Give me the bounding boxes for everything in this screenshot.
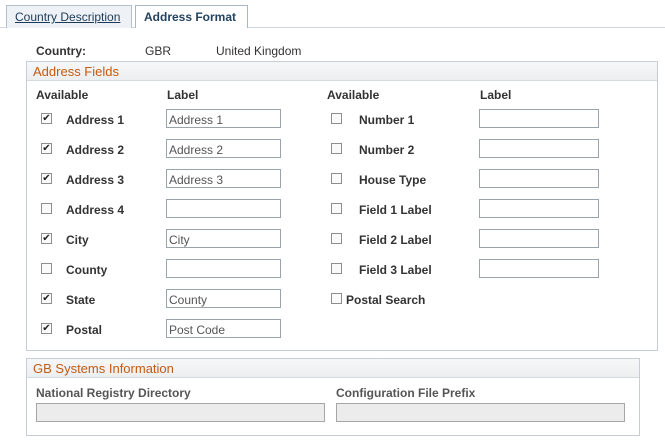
label-input[interactable] bbox=[166, 169, 281, 188]
available-checkbox[interactable] bbox=[41, 263, 52, 274]
check-mark-icon: ✔ bbox=[42, 323, 51, 334]
available-checkbox[interactable]: ✔ bbox=[41, 233, 52, 244]
label-input[interactable] bbox=[479, 259, 599, 278]
col-available-left: Available bbox=[36, 88, 89, 102]
available-checkbox[interactable] bbox=[331, 203, 342, 214]
available-checkbox[interactable]: ✔ bbox=[41, 293, 52, 304]
field-name: Field 1 Label bbox=[359, 203, 432, 217]
col-label-right: Label bbox=[480, 88, 512, 102]
country-name: United Kingdom bbox=[216, 44, 302, 58]
field-name: Number 1 bbox=[359, 113, 415, 127]
field-name: Postal bbox=[66, 323, 103, 337]
check-mark-icon: ✔ bbox=[42, 233, 51, 244]
label-input[interactable] bbox=[166, 139, 281, 158]
country-label: Country: bbox=[36, 44, 86, 58]
label-input[interactable] bbox=[479, 109, 599, 128]
available-checkbox[interactable]: ✔ bbox=[41, 323, 52, 334]
col-available-right: Available bbox=[327, 88, 380, 102]
label-input[interactable] bbox=[479, 169, 599, 188]
check-mark-icon: ✔ bbox=[42, 173, 51, 184]
label-input[interactable] bbox=[166, 289, 281, 308]
field-name: House Type bbox=[359, 173, 427, 187]
label-input[interactable] bbox=[166, 109, 281, 128]
country-code: GBR bbox=[145, 44, 172, 58]
label-input[interactable] bbox=[479, 139, 599, 158]
tab-address-format[interactable]: Address Format bbox=[135, 5, 248, 28]
label-input[interactable] bbox=[166, 229, 281, 248]
field-name: Number 2 bbox=[359, 143, 415, 157]
label-input[interactable] bbox=[166, 199, 281, 218]
config-prefix-field bbox=[336, 403, 625, 422]
field-name: City bbox=[66, 233, 89, 247]
available-checkbox[interactable] bbox=[331, 173, 342, 184]
available-checkbox[interactable] bbox=[331, 143, 342, 154]
field-name: Address 3 bbox=[66, 173, 125, 187]
field-name: County bbox=[66, 263, 108, 277]
check-mark-icon: ✔ bbox=[42, 143, 51, 154]
systems-info-title: GB Systems Information bbox=[27, 359, 639, 378]
available-checkbox[interactable] bbox=[331, 113, 342, 124]
label-input[interactable] bbox=[479, 229, 599, 248]
available-checkbox[interactable]: ✔ bbox=[41, 173, 52, 184]
postal-search-label: Postal Search bbox=[346, 293, 426, 307]
national-registry-field bbox=[36, 403, 325, 422]
col-label-left: Label bbox=[167, 88, 199, 102]
field-name: Field 2 Label bbox=[359, 233, 432, 247]
address-fields-title: Address Fields bbox=[27, 62, 657, 81]
available-checkbox[interactable] bbox=[331, 233, 342, 244]
available-checkbox[interactable] bbox=[331, 263, 342, 274]
field-name: Address 1 bbox=[66, 113, 125, 127]
national-registry-label: National Registry Directory bbox=[36, 386, 191, 400]
field-name: State bbox=[66, 293, 96, 307]
label-input[interactable] bbox=[479, 199, 599, 218]
available-checkbox[interactable]: ✔ bbox=[41, 113, 52, 124]
tab-label: Address Format bbox=[144, 10, 237, 24]
field-name: Field 3 Label bbox=[359, 263, 432, 277]
tab-label: Country Description bbox=[15, 10, 121, 24]
available-checkbox[interactable]: ✔ bbox=[41, 143, 52, 154]
config-prefix-label: Configuration File Prefix bbox=[336, 386, 476, 400]
field-name: Address 2 bbox=[66, 143, 125, 157]
check-mark-icon: ✔ bbox=[42, 293, 51, 304]
tab-bar: Country Description Address Format bbox=[0, 0, 665, 28]
label-input[interactable] bbox=[166, 259, 281, 278]
field-name: Address 4 bbox=[66, 203, 125, 217]
tab-country-description[interactable]: Country Description bbox=[6, 5, 132, 28]
check-mark-icon: ✔ bbox=[42, 113, 51, 124]
label-input[interactable] bbox=[166, 319, 281, 338]
postal-search-checkbox[interactable] bbox=[331, 293, 342, 304]
available-checkbox[interactable] bbox=[41, 203, 52, 214]
